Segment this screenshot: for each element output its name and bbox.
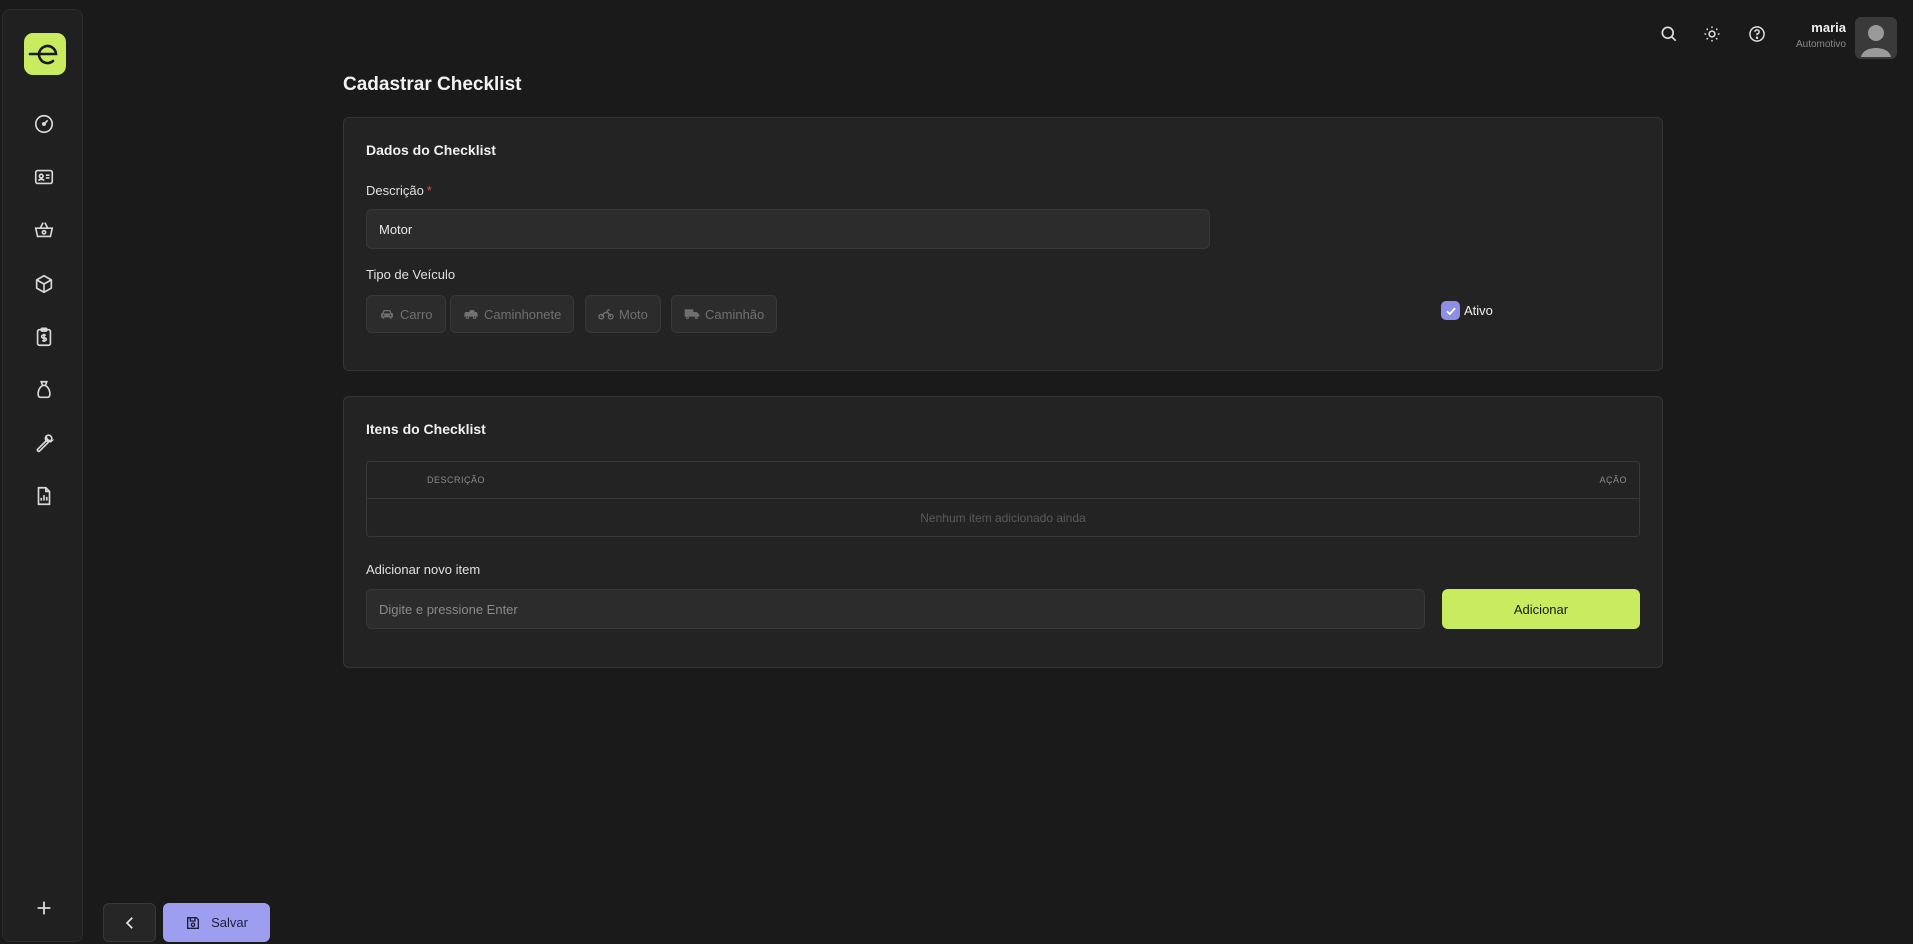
save-icon xyxy=(187,916,200,929)
description-label-text: Descrição xyxy=(366,183,424,198)
car-icon xyxy=(381,310,393,319)
user-company: Automotivo xyxy=(1795,39,1846,50)
app-logo[interactable] xyxy=(24,33,66,75)
search-button[interactable] xyxy=(1657,22,1681,46)
sidebar-item-dashboard[interactable] xyxy=(31,111,57,137)
add-item-label: Adicionar novo item xyxy=(366,562,481,577)
user-name: maria xyxy=(1811,20,1846,35)
page-title: Cadastrar Checklist xyxy=(343,74,522,95)
report-icon xyxy=(37,486,51,506)
checklist-items-card: Itens do Checklist DESCRIÇÃO AÇÃO Nenhum… xyxy=(343,396,1663,668)
sidebar-item-sales[interactable] xyxy=(31,217,57,243)
sidebar-item-finance[interactable] xyxy=(31,377,57,403)
truck-icon xyxy=(684,309,700,320)
column-action: AÇÃO xyxy=(1599,475,1627,485)
required-mark: * xyxy=(426,183,432,198)
vehicle-type-car[interactable]: Carro xyxy=(366,295,446,333)
search-icon xyxy=(1661,26,1677,42)
avatar[interactable] xyxy=(1855,17,1897,59)
vehicle-type-pickup[interactable]: Caminhonete xyxy=(450,295,575,333)
id-card-icon xyxy=(34,169,54,185)
logo-icon xyxy=(28,44,58,65)
sidebar xyxy=(2,9,83,942)
help-icon xyxy=(1749,26,1765,42)
add-item-button[interactable]: Adicionar xyxy=(1442,589,1640,629)
check-icon xyxy=(1445,306,1456,315)
checklist-data-card: Dados do Checklist Descrição* Tipo de Ve… xyxy=(343,117,1663,371)
vehicle-type-motorcycle-label: Moto xyxy=(619,306,648,322)
checklist-items-title: Itens do Checklist xyxy=(366,421,486,437)
active-label: Ativo xyxy=(1464,303,1493,318)
motorcycle-icon xyxy=(598,309,614,320)
vehicle-type-motorcycle[interactable]: Moto xyxy=(585,295,661,333)
chevron-left-icon xyxy=(125,916,133,929)
vehicle-type-car-label: Carro xyxy=(400,306,433,322)
box-icon xyxy=(35,274,53,294)
description-label: Descrição * xyxy=(366,183,432,198)
dashboard-icon xyxy=(34,114,54,134)
plus-icon xyxy=(37,901,51,915)
checklist-data-title: Dados do Checklist xyxy=(366,142,496,158)
back-button[interactable] xyxy=(103,903,156,942)
money-bag-icon xyxy=(37,380,51,399)
active-checkbox[interactable]: Ativo xyxy=(1441,301,1493,320)
sidebar-item-budgets[interactable] xyxy=(31,324,57,350)
wrench-icon xyxy=(36,434,55,453)
help-button[interactable] xyxy=(1745,22,1769,46)
vehicle-type-truck[interactable]: Caminhão xyxy=(671,295,778,333)
save-button[interactable]: Salvar xyxy=(163,903,270,942)
sun-icon xyxy=(1704,26,1720,42)
empty-table-message: Nenhum item adicionado ainda xyxy=(920,511,1086,525)
sidebar-item-reports[interactable] xyxy=(31,483,57,509)
sidebar-item-services[interactable] xyxy=(31,430,57,456)
new-item-input[interactable] xyxy=(366,589,1425,629)
clipboard-dollar-icon xyxy=(36,327,52,347)
sidebar-item-products[interactable] xyxy=(31,271,57,297)
vehicle-type-label: Tipo de Veículo xyxy=(366,267,456,282)
vehicle-type-pickup-label: Caminhonete xyxy=(484,306,562,322)
sidebar-item-clients[interactable] xyxy=(31,164,57,190)
column-description: DESCRIÇÃO xyxy=(427,475,486,485)
items-table: DESCRIÇÃO AÇÃO Nenhum item adicionado ai… xyxy=(366,461,1640,537)
theme-toggle-button[interactable] xyxy=(1700,22,1724,46)
pickup-icon xyxy=(464,310,478,319)
user-avatar-icon xyxy=(1861,25,1891,57)
vehicle-type-truck-label: Caminhão xyxy=(705,306,765,322)
checkbox-box[interactable] xyxy=(1441,301,1460,320)
sidebar-add-button[interactable] xyxy=(31,895,57,921)
description-input[interactable] xyxy=(366,209,1210,249)
save-label: Salvar xyxy=(211,915,248,930)
table-header: DESCRIÇÃO AÇÃO xyxy=(367,462,1639,499)
basket-icon xyxy=(34,222,54,238)
